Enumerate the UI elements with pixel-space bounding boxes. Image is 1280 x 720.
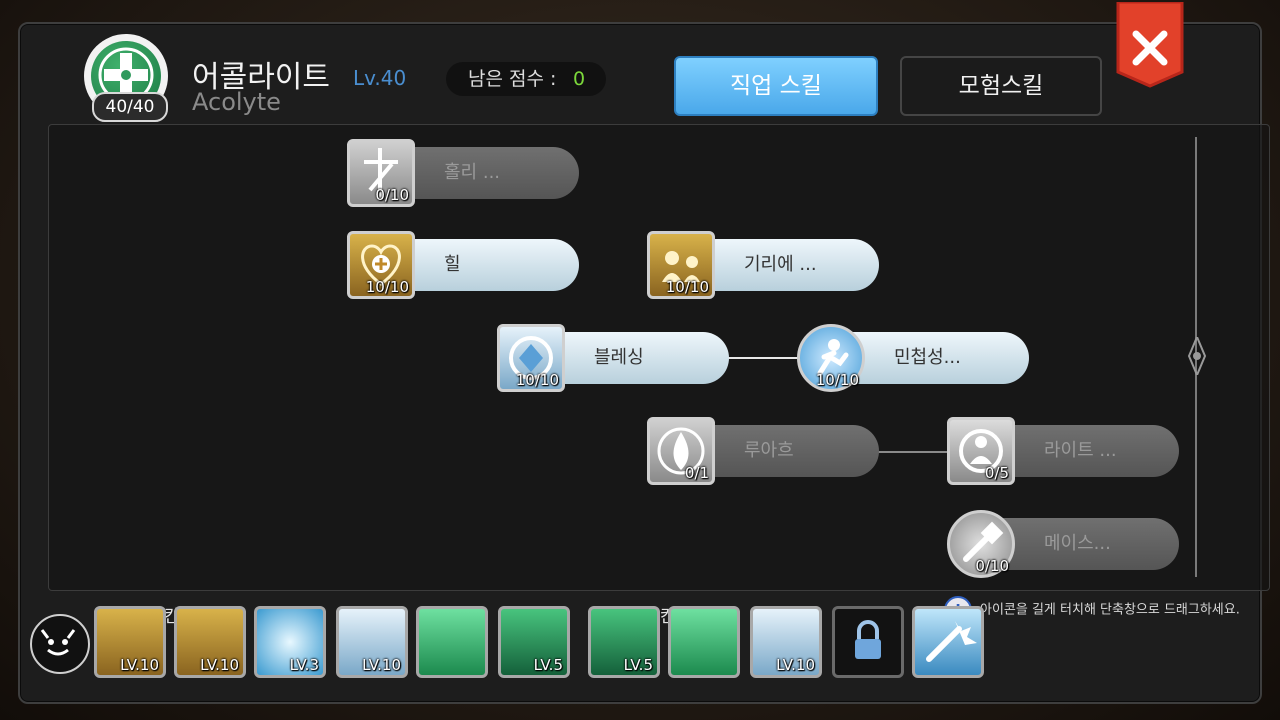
skill-tree: 홀리 ... 0/10 힐 10/10 기리에 ... 10/10 블레싱 10… [48, 124, 1270, 591]
job-english-name: Acolyte [192, 88, 281, 116]
slot-level: LV.10 [362, 656, 401, 674]
slot-level: LV.3 [289, 656, 319, 674]
auto-slot[interactable]: LV.10 [750, 606, 822, 678]
close-icon [1116, 0, 1184, 88]
lock-icon [855, 620, 881, 659]
slot-level: LV.5 [533, 656, 563, 674]
auto-slot-locked[interactable] [832, 606, 904, 678]
close-button[interactable] [1116, 0, 1184, 88]
auto-slot[interactable] [668, 606, 740, 678]
slot-level: LV.10 [120, 656, 159, 674]
manual-slot[interactable]: LV.5 [498, 606, 570, 678]
skill-level: 0/10 [375, 186, 409, 204]
skill-level: 10/10 [365, 278, 409, 296]
auto-slot[interactable] [912, 606, 984, 678]
character-face-icon[interactable] [30, 614, 90, 674]
kyrie-eleison-icon[interactable]: 10/10 [647, 231, 715, 299]
manual-slot[interactable]: LV.3 [254, 606, 326, 678]
manual-slot[interactable]: LV.10 [174, 606, 246, 678]
slot-level: LV.10 [776, 656, 815, 674]
skill-level: 10/10 [515, 371, 559, 389]
skill-level: 0/1 [684, 464, 709, 482]
skill-level: 0/5 [984, 464, 1009, 482]
slot-level: LV.5 [623, 656, 653, 674]
job-points: 40/40 [92, 92, 168, 122]
sword-strike-icon [926, 621, 977, 662]
mace-mastery-icon[interactable]: 0/10 [947, 510, 1015, 578]
manual-slot[interactable]: LV.10 [94, 606, 166, 678]
ruwach-icon[interactable]: 0/1 [647, 417, 715, 485]
skill-level: 0/10 [975, 557, 1009, 575]
increase-agility-icon[interactable]: 10/10 [797, 324, 865, 392]
scrollbar-handle[interactable] [1185, 334, 1209, 378]
holy-light-icon[interactable]: 0/10 [347, 139, 415, 207]
skill-window: 40/40 어콜라이트 Lv.40 Acolyte 남은 점수 : 0 직업 스… [18, 0, 1270, 704]
manual-slot[interactable]: LV.10 [336, 606, 408, 678]
drag-hint: !아이콘을 길게 터치해 단축창으로 드래그하세요. [944, 596, 1240, 624]
auto-slot[interactable]: LV.5 [588, 606, 660, 678]
skill-level: 10/10 [815, 371, 859, 389]
remaining-points-value: 0 [573, 68, 586, 90]
remaining-points: 남은 점수 : 0 [446, 62, 606, 96]
job-level: Lv.40 [353, 66, 407, 90]
light-skill-icon[interactable]: 0/5 [947, 417, 1015, 485]
tab-job-skill[interactable]: 직업 스킬 [674, 56, 878, 116]
remaining-points-label: 남은 점수 : [468, 68, 557, 90]
heal-icon[interactable]: 10/10 [347, 231, 415, 299]
skill-level: 10/10 [665, 278, 709, 296]
slot-level: LV.10 [200, 656, 239, 674]
drag-hint-text: 아이콘을 길게 터치해 단축창으로 드래그하세요. [980, 602, 1240, 618]
manual-slot[interactable] [416, 606, 488, 678]
blessing-icon[interactable]: 10/10 [497, 324, 565, 392]
tab-adventure-skill[interactable]: 모험스킬 [900, 56, 1102, 116]
